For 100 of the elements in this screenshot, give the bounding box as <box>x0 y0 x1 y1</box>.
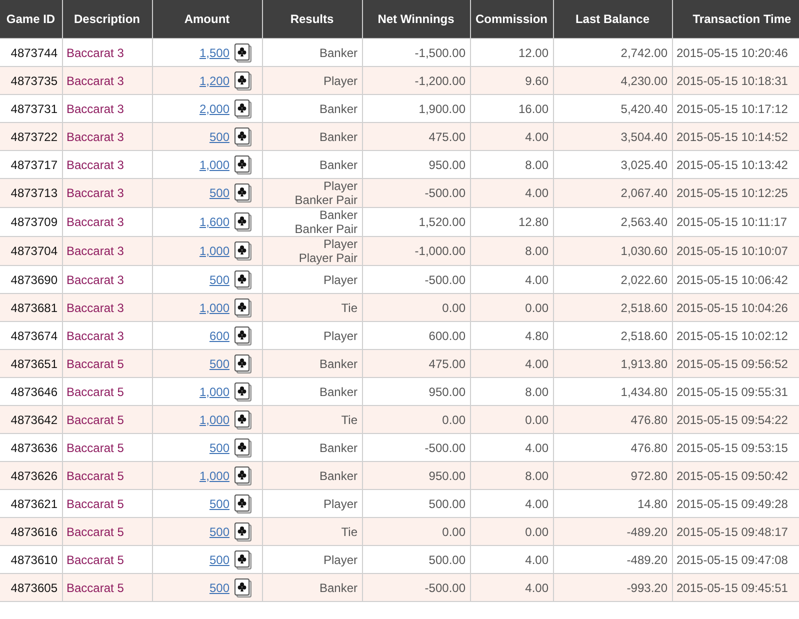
amount-link[interactable]: 600 <box>209 328 230 342</box>
club-card-icon[interactable] <box>234 212 252 232</box>
time-cell: 2015-05-15 09:56:52 <box>676 356 788 370</box>
net-winnings-cell: 950.00 <box>428 468 466 482</box>
amount-link[interactable]: 1,500 <box>199 46 230 60</box>
amount-link[interactable]: 1,000 <box>199 384 230 398</box>
club-card-icon[interactable] <box>234 42 252 62</box>
balance-cell: 972.80 <box>630 468 668 482</box>
time-cell: 2015-05-15 09:50:42 <box>676 468 788 482</box>
game-id-cell: 4873704 <box>10 244 58 258</box>
game-id-cell: 4873610 <box>10 552 58 566</box>
amount-link[interactable]: 500 <box>209 524 230 538</box>
amount-link[interactable]: 1,000 <box>199 468 230 482</box>
column-header: Last Balance <box>575 12 650 26</box>
results-cell: Banker <box>319 468 358 482</box>
results-cell: Banker <box>319 384 358 398</box>
results-cell: Banker <box>319 46 358 60</box>
time-cell: 2015-05-15 10:02:12 <box>676 328 788 342</box>
amount-link[interactable]: 1,000 <box>199 412 230 426</box>
club-card-icon[interactable] <box>234 241 252 261</box>
time-cell: 2015-05-15 09:49:28 <box>676 496 788 510</box>
balance-cell: 2,022.60 <box>620 272 668 286</box>
commission-cell: 4.80 <box>525 328 548 342</box>
amount-link[interactable]: 500 <box>209 356 230 370</box>
results-cell: Player <box>323 74 358 88</box>
amount-link[interactable]: 500 <box>209 496 230 510</box>
net-winnings-cell: 0.00 <box>442 412 466 426</box>
commission-cell: 4.00 <box>525 552 548 566</box>
results-cell: Player <box>323 552 358 566</box>
description-cell: Baccarat 3 <box>66 186 124 200</box>
amount-link[interactable]: 500 <box>209 186 230 200</box>
net-winnings-cell: 475.00 <box>428 130 466 144</box>
club-card-icon[interactable] <box>234 326 252 346</box>
club-card-icon[interactable] <box>234 466 252 486</box>
game-id-cell: 4873642 <box>10 412 58 426</box>
amount-link[interactable]: 500 <box>209 440 230 454</box>
description-cell: Baccarat 5 <box>66 552 124 566</box>
amount-link[interactable]: 500 <box>209 272 230 286</box>
description-cell: Baccarat 3 <box>66 158 124 172</box>
description-cell: Baccarat 3 <box>66 328 124 342</box>
results-cell: Player Player Pair <box>298 237 358 265</box>
balance-cell: 1,913.80 <box>620 356 668 370</box>
club-card-icon[interactable] <box>234 354 252 374</box>
club-card-icon[interactable] <box>234 126 252 146</box>
amount-link[interactable]: 1,200 <box>199 74 230 88</box>
club-card-icon[interactable] <box>234 522 252 542</box>
time-cell: 2015-05-15 10:11:17 <box>676 215 788 229</box>
game-id-cell: 4873744 <box>10 46 58 60</box>
amount-link[interactable]: 1,000 <box>199 158 230 172</box>
time-cell: 2015-05-15 10:10:07 <box>676 244 788 258</box>
balance-cell: 14.80 <box>637 496 668 510</box>
commission-cell: 4.00 <box>525 356 548 370</box>
balance-cell: 476.80 <box>630 412 668 426</box>
club-card-icon[interactable] <box>234 70 252 90</box>
results-cell: Tie <box>341 524 358 538</box>
game-id-cell: 4873646 <box>10 384 58 398</box>
amount-link[interactable]: 1,600 <box>199 215 230 229</box>
commission-cell: 4.00 <box>525 440 548 454</box>
amount-link[interactable]: 1,000 <box>199 300 230 314</box>
net-winnings-cell: 475.00 <box>428 356 466 370</box>
balance-cell: 2,518.60 <box>620 328 668 342</box>
net-winnings-cell: -1,500.00 <box>414 46 466 60</box>
amount-link[interactable]: 500 <box>209 552 230 566</box>
club-card-icon[interactable] <box>234 410 252 430</box>
time-cell: 2015-05-15 10:06:42 <box>676 272 788 286</box>
amount-link[interactable]: 2,000 <box>199 102 230 116</box>
time-cell: 2015-05-15 10:18:31 <box>676 74 788 88</box>
time-cell: 2015-05-15 10:14:52 <box>676 130 788 144</box>
net-winnings-cell: 1,520.00 <box>418 215 466 229</box>
balance-cell: 1,434.80 <box>620 384 668 398</box>
net-winnings-cell: -1,000.00 <box>414 244 466 258</box>
club-card-icon[interactable] <box>234 270 252 290</box>
amount-link[interactable]: 1,000 <box>199 244 230 258</box>
commission-cell: 8.00 <box>525 468 548 482</box>
column-header: Amount <box>184 12 230 26</box>
club-card-icon[interactable] <box>234 98 252 118</box>
results-cell: Banker Banker Pair <box>294 208 358 236</box>
club-card-icon[interactable] <box>234 382 252 402</box>
game-id-cell: 4873674 <box>10 328 58 342</box>
amount-link[interactable]: 500 <box>209 580 230 594</box>
game-id-cell: 4873681 <box>10 300 58 314</box>
club-card-icon[interactable] <box>234 578 252 598</box>
club-card-icon[interactable] <box>234 438 252 458</box>
club-card-icon[interactable] <box>234 494 252 514</box>
results-cell: Banker <box>319 130 358 144</box>
description-cell: Baccarat 3 <box>66 272 124 286</box>
net-winnings-cell: 500.00 <box>428 552 466 566</box>
club-card-icon[interactable] <box>234 154 252 174</box>
club-card-icon[interactable] <box>234 183 252 203</box>
results-cell: Banker <box>319 356 358 370</box>
time-cell: 2015-05-15 10:20:46 <box>676 46 788 60</box>
club-card-icon[interactable] <box>234 550 252 570</box>
amount-link[interactable]: 500 <box>209 130 230 144</box>
time-cell: 2015-05-15 09:55:31 <box>676 384 788 398</box>
results-cell: Banker <box>319 580 358 594</box>
commission-cell: 0.00 <box>525 412 548 426</box>
results-cell: Player <box>323 272 358 286</box>
club-card-icon[interactable] <box>234 298 252 318</box>
time-cell: 2015-05-15 10:17:12 <box>676 102 788 116</box>
commission-cell: 4.00 <box>525 496 548 510</box>
